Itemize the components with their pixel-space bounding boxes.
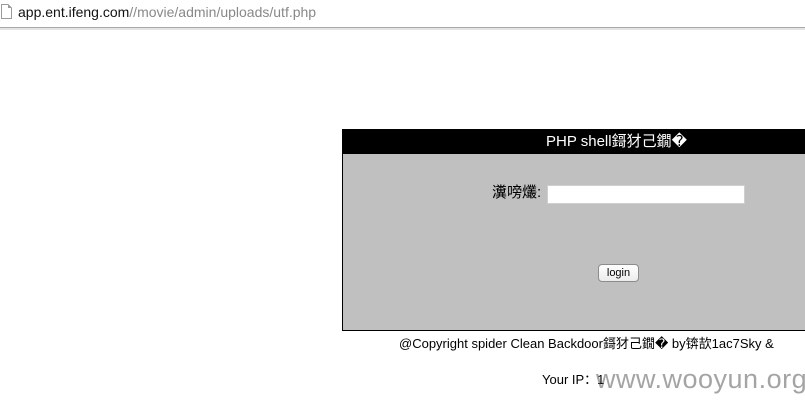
- login-button[interactable]: login: [598, 264, 639, 282]
- panel-title-bar: PHP shell鎶犲己鐗�: [343, 130, 805, 154]
- page-icon: [1, 4, 12, 19]
- password-input[interactable]: [547, 185, 745, 204]
- url-text[interactable]: app.ent.ifeng.com//movie/admin/uploads/u…: [18, 3, 316, 21]
- url-host: app.ent.ifeng.com: [18, 4, 130, 20]
- page: app.ent.ifeng.com//movie/admin/uploads/u…: [0, 0, 805, 407]
- watermark: www.wooyun.org: [596, 364, 805, 394]
- address-bar-shadow: [0, 28, 805, 30]
- password-label: 瀵嗙爜:: [492, 184, 542, 201]
- copyright-text: @Copyright spider Clean Backdoor鎶犲己鐗� by…: [399, 336, 774, 351]
- panel-title: PHP shell鎶犲己鐗�: [546, 133, 687, 150]
- url-path: //movie/admin/uploads/utf.php: [129, 4, 317, 20]
- login-panel: PHP shell鎶犲己鐗� 瀵嗙爜: login: [342, 129, 805, 331]
- address-bar[interactable]: app.ent.ifeng.com//movie/admin/uploads/u…: [0, 0, 805, 28]
